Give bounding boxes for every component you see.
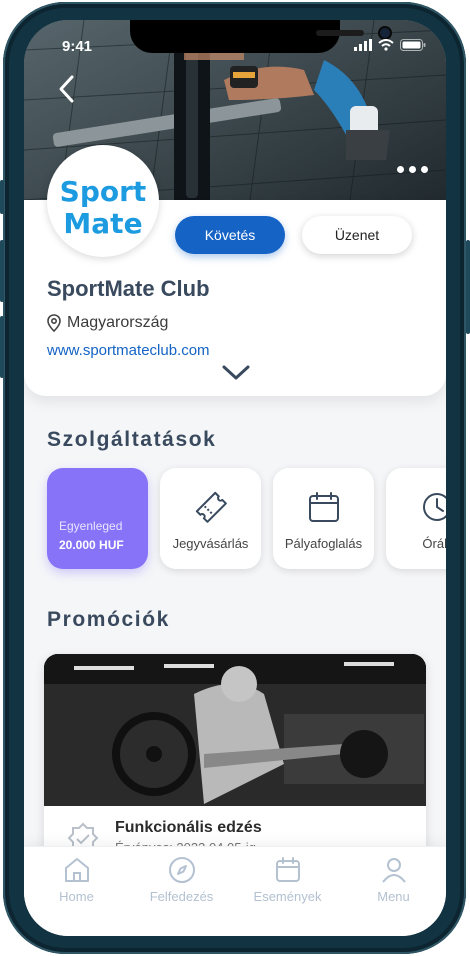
location-text: Magyarország [67, 314, 169, 331]
side-button [466, 240, 470, 334]
tab-explore[interactable]: Felfedezés [129, 855, 234, 915]
promotions-title: Promóciók [47, 608, 170, 631]
chevron-left-icon [59, 75, 74, 103]
tab-events[interactable]: Események [235, 855, 340, 915]
camera [380, 28, 390, 38]
tab-home[interactable]: Home [24, 855, 129, 915]
screen: 9:41 Sport Mate Követés Üzenet SportMate… [24, 20, 446, 936]
compass-icon [168, 857, 195, 883]
clock-icon [423, 493, 446, 521]
location-pin-icon [47, 314, 61, 332]
club-logo: Sport Mate [47, 145, 159, 257]
dot-icon [397, 166, 404, 173]
service-label: Jegyvásárlás [172, 536, 249, 551]
wifi-icon [378, 39, 394, 51]
side-button [0, 316, 4, 378]
website-link[interactable]: www.sportmateclub.com [47, 342, 210, 359]
balance-tile[interactable]: Egyenleged 20.000 HUF [47, 468, 148, 569]
user-icon [381, 858, 406, 883]
calendar-icon [309, 492, 339, 522]
status-time: 9:41 [62, 38, 93, 55]
chevron-down-icon [222, 365, 250, 380]
tab-label: Felfedezés [149, 889, 214, 904]
logo-text-mate: Mate [63, 207, 143, 240]
services-title: Szolgáltatások [47, 428, 217, 451]
tab-label: Home [59, 889, 94, 904]
tab-label: Menu [377, 889, 410, 904]
message-button[interactable]: Üzenet [302, 216, 412, 254]
club-name: SportMate Club [47, 276, 210, 301]
ticket-icon [195, 491, 227, 523]
service-tile-tickets[interactable]: Jegyvásárlás [160, 468, 261, 569]
service-label: Pályafoglalás [284, 536, 363, 551]
status-icons [354, 39, 426, 51]
side-button [0, 180, 4, 214]
dot-icon [409, 166, 416, 173]
home-icon [64, 858, 89, 882]
location-row: Magyarország [47, 314, 168, 332]
tab-bar: Home Felfedezés Események Menu [24, 846, 446, 936]
speaker [316, 30, 364, 36]
service-label: Órák [422, 536, 446, 551]
expand-button[interactable] [221, 363, 251, 383]
service-tile-booking[interactable]: Pályafoglalás [273, 468, 374, 569]
promo-image [44, 654, 426, 806]
promo-title: Funkcionális edzés [115, 819, 262, 836]
side-button [0, 240, 4, 302]
calendar-icon [275, 857, 300, 882]
balance-value: 20.000 HUF [59, 538, 124, 552]
logo-text-sport: Sport [59, 175, 147, 208]
back-button[interactable] [52, 74, 82, 104]
notch [130, 20, 390, 53]
more-options-button[interactable] [397, 166, 428, 173]
battery-icon [400, 39, 426, 51]
balance-label: Egyenleged [59, 519, 123, 533]
dot-icon [421, 166, 428, 173]
tab-label: Események [253, 889, 322, 904]
tab-menu[interactable]: Menu [341, 855, 446, 915]
follow-button[interactable]: Követés [175, 216, 285, 254]
signal-icon [354, 39, 372, 51]
service-tile-classes[interactable]: Órák [386, 468, 446, 569]
